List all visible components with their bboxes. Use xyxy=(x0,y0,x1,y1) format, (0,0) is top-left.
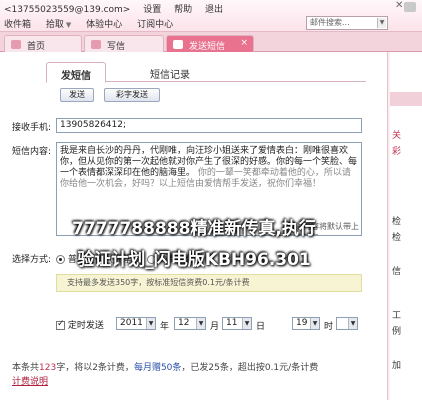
top-nav: 收件箱 拾取 ▼ 体验中心 订阅中心 xyxy=(4,17,185,30)
chevron-down-icon: ▼ xyxy=(348,318,357,329)
home-icon xyxy=(11,40,21,49)
month-select[interactable]: 12 ▼ xyxy=(174,317,206,330)
subtab-sms-records[interactable]: 短信记录 xyxy=(136,62,204,83)
chevron-down-icon: ▼ xyxy=(196,318,205,329)
chevron-down-icon: ▼ xyxy=(146,318,155,329)
sms-icon xyxy=(173,40,183,49)
schedule-row: 定时发送 xyxy=(56,318,104,331)
account-email[interactable]: <13755023559@139.com> xyxy=(4,5,130,15)
close-icon[interactable]: × xyxy=(240,38,248,48)
subtab-send-sms[interactable]: 发短信 xyxy=(46,62,106,83)
sidebar-item-2[interactable]: 彩 xyxy=(392,144,401,157)
sms-compose-panel: 发短信 短信记录 发送 彩字发送 接收手机: 13905826412; 短信内容… xyxy=(0,52,388,400)
chevron-down-icon[interactable]: ▼ xyxy=(66,21,71,29)
help-link[interactable]: 帮助 xyxy=(174,5,192,15)
year-select[interactable]: 2011 ▼ xyxy=(116,317,156,330)
watermark-overlay: 7777788888精准新传真,执行 验证计划_闪电版KBH96.301 xyxy=(72,219,316,270)
sidebar-item-7[interactable]: 例 xyxy=(392,324,401,337)
settings-link[interactable]: 设置 xyxy=(143,5,161,15)
compose-icon xyxy=(91,40,101,49)
sidebar-item-8[interactable]: 加 xyxy=(392,358,401,371)
month-unit: 月 xyxy=(210,322,220,332)
recipient-input[interactable]: 13905826412; xyxy=(56,118,362,133)
account-row: <13755023559@139.com> 设置 帮助 退出 xyxy=(4,2,233,15)
recipient-label: 接收手机: xyxy=(12,123,52,133)
year-unit: 年 xyxy=(160,322,170,332)
lock-icon xyxy=(404,2,416,12)
nav-subscription-center[interactable]: 订阅中心 xyxy=(137,20,173,30)
nav-experience-center[interactable]: 体验中心 xyxy=(86,20,122,30)
chevron-down-icon: ▼ xyxy=(242,318,251,329)
sidebar-item-5[interactable]: 信 xyxy=(392,264,401,277)
sidebar-item-3[interactable]: 检 xyxy=(392,214,401,227)
content-label: 短信内容: xyxy=(12,147,52,157)
sms-subtabs: 发短信 短信记录 xyxy=(46,62,366,83)
sidebar-header xyxy=(390,92,422,106)
billing-hint: 支持最多发送350字，按标准短信资费0.1元/条计费 xyxy=(56,274,362,292)
tab-compose[interactable]: 写信 xyxy=(84,35,164,52)
nav-inbox[interactable]: 收件箱 xyxy=(4,20,31,30)
hour-unit: 时 xyxy=(324,322,334,332)
sidebar-item-1[interactable]: 关 xyxy=(392,128,401,141)
top-bar: <13755023559@139.com> 设置 帮助 退出 收件箱 拾取 ▼ 体… xyxy=(0,0,422,32)
hour-select[interactable]: 19 ▼ xyxy=(292,317,320,330)
logout-link[interactable]: 退出 xyxy=(205,5,223,15)
color-send-button[interactable]: 彩字发送 xyxy=(104,88,160,102)
sidebar-item-6[interactable]: 工 xyxy=(392,308,401,321)
mail-search-input[interactable]: 邮件搜索... ▼ xyxy=(306,16,388,30)
tab-bar: 首页 写信 发送短信 × xyxy=(0,32,422,52)
tab-home[interactable]: 首页 xyxy=(4,35,82,52)
billing-explanation-link[interactable]: 计费说明 xyxy=(12,374,48,387)
tab-send-sms[interactable]: 发送短信 × xyxy=(166,35,254,52)
chevron-down-icon: ▼ xyxy=(310,318,319,329)
sidebar-item-4[interactable]: 检 xyxy=(392,230,401,243)
chevron-down-icon[interactable]: ▼ xyxy=(377,18,386,28)
monthly-quota-link[interactable]: 每月赠50条 xyxy=(134,363,181,373)
schedule-checkbox[interactable] xyxy=(56,319,65,330)
sms-count-status: 本条共123字，将以2条计费，每月赠50条，已发25条，超出按0.1元/条计费 xyxy=(12,363,319,373)
minute-select[interactable]: ▼ xyxy=(336,317,358,330)
right-sidebar: 关 彩 检 检 信 工 例 加 xyxy=(390,52,422,400)
day-select[interactable]: 11 ▼ xyxy=(222,317,252,330)
send-button[interactable]: 发送 xyxy=(60,88,94,102)
day-unit: 日 xyxy=(256,322,266,332)
nav-pick[interactable]: 拾取 xyxy=(46,20,64,30)
